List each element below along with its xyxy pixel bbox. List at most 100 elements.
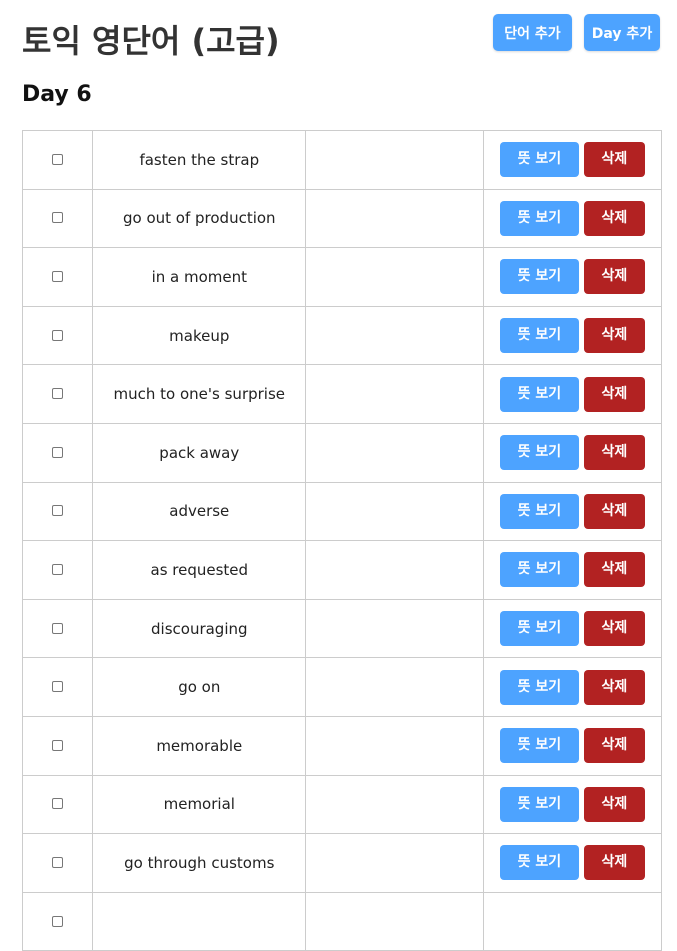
meaning-cell — [305, 130, 484, 190]
word-cell: discouraging — [92, 598, 307, 659]
delete-button[interactable]: 삭제 — [583, 611, 645, 647]
meaning-cell — [305, 481, 484, 542]
row-checkbox-cell — [21, 305, 94, 366]
row-checkbox-cell — [21, 540, 94, 600]
actions-cell: 뜻 보기 삭제 — [482, 598, 663, 659]
add-word-button[interactable]: 단어 추가 — [493, 14, 572, 51]
meaning-cell — [305, 657, 484, 717]
delete-button[interactable]: 삭제 — [583, 786, 645, 822]
actions-cell: 뜻 보기 삭제 — [482, 130, 663, 190]
word-cell: fasten the strap — [92, 130, 307, 190]
delete-button[interactable]: 삭제 — [583, 259, 645, 295]
delete-button[interactable]: 삭제 — [583, 845, 645, 881]
day-title: Day 6 — [22, 82, 92, 107]
row-checkbox[interactable] — [52, 505, 64, 517]
delete-button[interactable]: 삭제 — [583, 493, 645, 529]
row-checkbox[interactable] — [52, 446, 64, 458]
table-row: makeup 뜻 보기 삭제 — [21, 305, 663, 366]
delete-button[interactable]: 삭제 — [583, 142, 645, 178]
meaning-cell — [305, 833, 484, 893]
row-checkbox[interactable] — [52, 563, 64, 575]
row-checkbox[interactable] — [52, 153, 64, 165]
word-table: fasten the strap 뜻 보기 삭제 go out of producti… — [21, 130, 663, 951]
delete-button[interactable]: 삭제 — [583, 552, 645, 588]
show-meaning-button[interactable]: 뜻 보기 — [499, 786, 579, 822]
table-row: pack away 뜻 보기 삭제 — [21, 422, 663, 483]
word-cell: go out of production — [92, 188, 307, 249]
show-meaning-button[interactable]: 뜻 보기 — [499, 200, 579, 236]
actions-cell: 뜻 보기 삭제 — [482, 774, 663, 835]
row-checkbox-cell — [21, 598, 94, 659]
show-meaning-button[interactable]: 뜻 보기 — [499, 669, 579, 705]
meaning-cell — [305, 598, 484, 659]
meaning-cell — [305, 891, 484, 951]
row-checkbox[interactable] — [52, 388, 64, 400]
show-meaning-button[interactable]: 뜻 보기 — [499, 611, 579, 647]
table-row: much to one's surprise 뜻 보기 삭제 — [21, 364, 663, 424]
row-checkbox-cell — [21, 657, 94, 717]
table-row: go on 뜻 보기 삭제 — [21, 657, 663, 717]
word-cell: pack away — [92, 422, 307, 483]
word-cell: much to one's surprise — [92, 364, 307, 424]
actions-cell: 뜻 보기 삭제 — [482, 715, 663, 776]
row-checkbox-cell — [21, 422, 94, 483]
row-checkbox[interactable] — [52, 622, 64, 634]
word-cell: makeup — [92, 305, 307, 366]
delete-button[interactable]: 삭제 — [583, 669, 645, 705]
row-checkbox[interactable] — [52, 915, 64, 927]
meaning-cell — [305, 364, 484, 424]
actions-cell — [482, 891, 663, 951]
meaning-cell — [305, 715, 484, 776]
word-cell: in a moment — [92, 247, 307, 307]
table-row: as requested 뜻 보기 삭제 — [21, 540, 663, 600]
show-meaning-button[interactable]: 뜻 보기 — [499, 552, 579, 588]
row-checkbox[interactable] — [52, 270, 64, 282]
show-meaning-button[interactable]: 뜻 보기 — [499, 376, 579, 412]
show-meaning-button[interactable]: 뜻 보기 — [499, 142, 579, 178]
show-meaning-button[interactable]: 뜻 보기 — [499, 845, 579, 881]
add-day-button[interactable]: Day 추가 — [584, 14, 660, 51]
meaning-cell — [305, 188, 484, 249]
row-checkbox-cell — [21, 891, 94, 951]
delete-button[interactable]: 삭제 — [583, 318, 645, 354]
table-row: adverse 뜻 보기 삭제 — [21, 481, 663, 542]
word-cell: memorable — [92, 715, 307, 776]
show-meaning-button[interactable]: 뜻 보기 — [499, 493, 579, 529]
row-checkbox[interactable] — [52, 798, 64, 810]
actions-cell: 뜻 보기 삭제 — [482, 481, 663, 542]
meaning-cell — [305, 540, 484, 600]
actions-cell: 뜻 보기 삭제 — [482, 833, 663, 893]
actions-cell: 뜻 보기 삭제 — [482, 247, 663, 307]
delete-button[interactable]: 삭제 — [583, 200, 645, 236]
show-meaning-button[interactable]: 뜻 보기 — [499, 318, 579, 354]
meaning-cell — [305, 305, 484, 366]
page-title: 토익 영단어 (고급) — [22, 22, 280, 60]
actions-cell: 뜻 보기 삭제 — [482, 422, 663, 483]
table-row — [21, 891, 663, 951]
row-checkbox[interactable] — [52, 212, 64, 224]
actions-cell: 뜻 보기 삭제 — [482, 657, 663, 717]
show-meaning-button[interactable]: 뜻 보기 — [499, 259, 579, 295]
row-checkbox-cell — [21, 130, 94, 190]
show-meaning-button[interactable]: 뜻 보기 — [499, 728, 579, 764]
actions-cell: 뜻 보기 삭제 — [482, 364, 663, 424]
word-cell: memorial — [92, 774, 307, 835]
show-meaning-button[interactable]: 뜻 보기 — [499, 435, 579, 471]
row-checkbox[interactable] — [52, 681, 64, 693]
row-checkbox-cell — [21, 833, 94, 893]
word-cell: adverse — [92, 481, 307, 542]
row-checkbox-cell — [21, 188, 94, 249]
row-checkbox[interactable] — [52, 329, 64, 341]
row-checkbox[interactable] — [52, 856, 64, 868]
word-cell: as requested — [92, 540, 307, 600]
meaning-cell — [305, 774, 484, 835]
word-cell — [92, 891, 307, 951]
row-checkbox[interactable] — [52, 739, 64, 751]
delete-button[interactable]: 삭제 — [583, 376, 645, 412]
table-row: in a moment 뜻 보기 삭제 — [21, 247, 663, 307]
actions-cell: 뜻 보기 삭제 — [482, 540, 663, 600]
table-row: memorial 뜻 보기 삭제 — [21, 774, 663, 835]
delete-button[interactable]: 삭제 — [583, 435, 645, 471]
row-checkbox-cell — [21, 774, 94, 835]
delete-button[interactable]: 삭제 — [583, 728, 645, 764]
